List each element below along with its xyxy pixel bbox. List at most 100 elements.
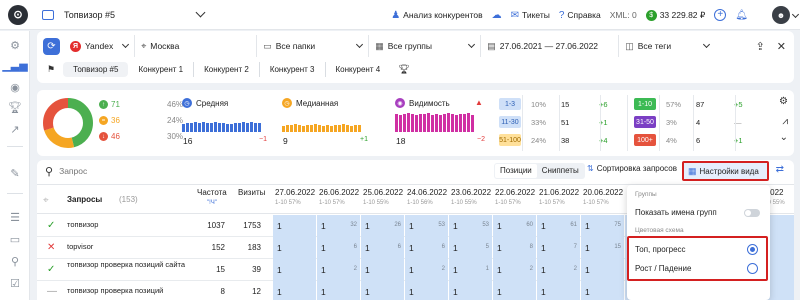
view-settings-button[interactable]: ▦ Настройки вида bbox=[682, 161, 769, 181]
position-cell[interactable]: 1 61 bbox=[537, 215, 580, 237]
position-cell[interactable]: 1 bbox=[317, 281, 360, 300]
query-column-header[interactable]: Запросы bbox=[67, 195, 102, 204]
position-cell[interactable]: 15 bbox=[449, 237, 492, 259]
position-cell[interactable]: 1 bbox=[273, 237, 316, 259]
tickets-link[interactable]: ✉ Тикеты bbox=[511, 10, 550, 21]
position-cell[interactable]: 1 bbox=[493, 281, 536, 300]
a-range-tag[interactable]: 11-30 bbox=[499, 116, 521, 128]
link-icon[interactable]: ⚲ bbox=[8, 255, 22, 268]
position-cell[interactable]: 18 bbox=[493, 237, 536, 259]
positions-chart-icon[interactable]: ▁▃▅ bbox=[2, 59, 27, 72]
tab-competitor-3[interactable]: Конкурент 3 bbox=[260, 61, 326, 77]
position-cell[interactable]: 1 53 bbox=[449, 215, 492, 237]
position-cell[interactable]: 1 bbox=[273, 281, 316, 300]
tab-project[interactable]: Топвизор #5 bbox=[63, 61, 129, 77]
date-column-header[interactable]: 27.06.2022 bbox=[275, 188, 315, 197]
position-cell[interactable]: 1 bbox=[581, 259, 624, 281]
query-keyword[interactable]: топвизор проверка позиций bbox=[67, 286, 187, 295]
tags-select[interactable]: ◫ Все теги bbox=[619, 35, 715, 57]
warning-icon[interactable]: ▲ bbox=[475, 98, 483, 107]
position-cell[interactable]: 16 bbox=[405, 237, 448, 259]
inbox-icon[interactable]: ▭ bbox=[8, 233, 22, 246]
position-cell[interactable]: 1 32 bbox=[317, 215, 360, 237]
check-list-icon[interactable]: ☑ bbox=[8, 277, 22, 290]
position-cell[interactable]: 1 15 bbox=[581, 237, 624, 259]
position-cell[interactable]: 1 26 bbox=[361, 215, 404, 237]
trophy-icon[interactable]: 🏆︎ bbox=[398, 64, 409, 75]
chevron-down-icon[interactable]: ⌄ bbox=[780, 132, 788, 143]
trophy-icon[interactable]: 🏆︎ bbox=[8, 101, 22, 114]
query-keyword[interactable]: топвизор bbox=[67, 220, 187, 229]
search-input[interactable] bbox=[59, 166, 440, 176]
target-icon[interactable]: ⌖ bbox=[43, 195, 51, 206]
pin-icon[interactable]: ✎ bbox=[8, 167, 22, 180]
date-column-header[interactable]: 25.06.2022 bbox=[363, 188, 403, 197]
upload-button[interactable]: ☁ bbox=[492, 10, 502, 21]
b-range-tag[interactable]: 31-50 bbox=[634, 116, 656, 128]
b-range-tag[interactable]: 1-10 bbox=[634, 98, 656, 110]
position-cell[interactable]: 12 bbox=[405, 259, 448, 281]
position-cell[interactable]: 1 53 bbox=[405, 215, 448, 237]
share-icon[interactable]: ⇪ bbox=[756, 40, 765, 53]
add-funds-icon[interactable]: + bbox=[714, 9, 727, 21]
chevron-down-icon[interactable] bbox=[791, 10, 800, 19]
tab-competitor-4[interactable]: Конкурент 4 bbox=[326, 62, 391, 77]
help-link[interactable]: ? Справка bbox=[559, 10, 601, 21]
frequency-column-header[interactable]: Частота bbox=[197, 188, 227, 197]
position-cell[interactable]: 1 bbox=[449, 281, 492, 300]
position-cell[interactable]: 12 bbox=[493, 259, 536, 281]
folders-select[interactable]: ▭ Все папки bbox=[257, 35, 370, 57]
visits-column-header[interactable]: Визиты bbox=[238, 188, 265, 197]
region-select[interactable]: ⌖ Москва bbox=[135, 35, 258, 57]
position-cell[interactable]: 16 bbox=[361, 237, 404, 259]
tab-positions[interactable]: Позиции bbox=[495, 164, 537, 178]
position-cell[interactable]: 1 bbox=[361, 281, 404, 300]
trend-icon[interactable]: ⩘ bbox=[782, 116, 788, 127]
date-column-header[interactable]: 23.06.2022 bbox=[451, 188, 491, 197]
xml-balance[interactable]: XML: 0 bbox=[610, 10, 637, 20]
position-cell[interactable]: 1 bbox=[405, 281, 448, 300]
position-cell[interactable]: 17 bbox=[537, 237, 580, 259]
date-column-header[interactable]: 21.06.2022 bbox=[539, 188, 579, 197]
search-engine-select[interactable]: Я Yandex bbox=[64, 35, 136, 57]
option-growth-decline-label[interactable]: Рост / Падение bbox=[635, 264, 691, 273]
list-icon[interactable]: ☰ bbox=[8, 211, 22, 224]
competitor-analysis-link[interactable]: ♟ Анализ конкурентов bbox=[391, 10, 482, 21]
position-cell[interactable]: 1 bbox=[273, 259, 316, 281]
refresh-button[interactable]: ⟳ bbox=[43, 37, 60, 55]
position-cell[interactable]: 12 bbox=[317, 259, 360, 281]
a-range-tag[interactable]: 1-3 bbox=[499, 98, 521, 110]
position-cell[interactable]: 11 bbox=[449, 259, 492, 281]
date-column-header[interactable]: 20.06.2022 bbox=[583, 188, 623, 197]
position-cell[interactable]: 1 bbox=[273, 215, 316, 237]
option-growth-decline-radio[interactable] bbox=[747, 263, 758, 274]
position-cell[interactable]: 16 bbox=[317, 237, 360, 259]
tab-competitor-2[interactable]: Конкурент 2 bbox=[194, 61, 260, 77]
position-cell[interactable]: 12 bbox=[537, 259, 580, 281]
tab-snippets[interactable]: Сниппеты bbox=[537, 164, 584, 178]
tab-competitor-1[interactable]: Конкурент 1 bbox=[128, 61, 195, 77]
balance[interactable]: $33 229.82 ₽ bbox=[645, 9, 705, 21]
gear-icon[interactable]: ⚙ bbox=[779, 96, 788, 107]
topvisor-logo[interactable]: ⊙ bbox=[8, 4, 28, 25]
competitors-icon[interactable]: ◉ bbox=[8, 81, 22, 94]
position-cell[interactable]: 1 60 bbox=[493, 215, 536, 237]
notifications-button[interactable]: 🔔︎ bbox=[735, 10, 748, 21]
settings-icon[interactable]: ⚙ bbox=[8, 39, 22, 52]
groups-select[interactable]: ▦ Все группы bbox=[369, 35, 482, 57]
position-cell[interactable]: 1 bbox=[581, 281, 624, 300]
project-selector[interactable]: Топвизор #5 bbox=[64, 6, 206, 24]
expand-icon[interactable]: ⇄ bbox=[776, 164, 784, 175]
position-cell[interactable]: 1 bbox=[361, 259, 404, 281]
show-group-names-toggle[interactable] bbox=[744, 209, 760, 217]
query-keyword[interactable]: топвизор проверка позиций сайта bbox=[67, 260, 187, 269]
b-range-tag[interactable]: 100+ bbox=[634, 134, 656, 146]
sort-queries-button[interactable]: ⇅ Сортировка запросов bbox=[587, 164, 677, 173]
date-column-header[interactable]: 26.06.2022 bbox=[319, 188, 359, 197]
date-column-header[interactable]: 24.06.2022 bbox=[407, 188, 447, 197]
analytics-icon[interactable]: ↗ bbox=[8, 123, 22, 136]
position-cell[interactable]: 1 75 bbox=[581, 215, 624, 237]
option-top-progress-radio[interactable] bbox=[747, 244, 758, 255]
query-keyword[interactable]: topvisor bbox=[67, 242, 187, 251]
avatar[interactable]: ☻ bbox=[772, 6, 790, 24]
